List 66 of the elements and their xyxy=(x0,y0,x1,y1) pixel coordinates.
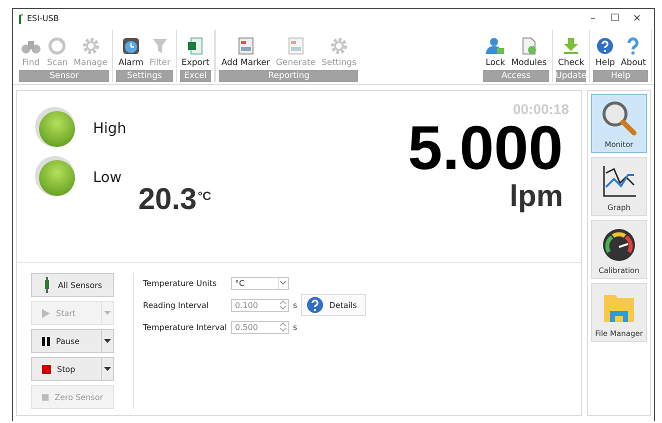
line-graph-icon xyxy=(601,165,637,199)
maximize-button[interactable]: ☐ xyxy=(604,13,626,24)
alarm-label: High xyxy=(93,121,126,137)
spinner-icon xyxy=(280,322,286,332)
units-dropdown[interactable]: °C xyxy=(231,276,289,290)
square-icon xyxy=(42,392,49,402)
stop-icon xyxy=(42,364,51,374)
group-label: Update xyxy=(556,70,586,82)
ribbon-button[interactable]: Export xyxy=(180,30,212,70)
pause-icon xyxy=(42,336,50,346)
search-icon xyxy=(601,100,637,136)
flow-unit: lpm xyxy=(510,181,563,213)
gauge-icon xyxy=(602,228,636,262)
ribbon-button[interactable]: Help xyxy=(593,30,617,70)
help-icon xyxy=(596,37,614,55)
dropdown-button[interactable] xyxy=(101,329,114,353)
setting-label: Temperature Units xyxy=(143,278,218,288)
group-label: Sensor xyxy=(19,70,110,82)
play-icon xyxy=(42,308,50,318)
close-button[interactable]: × xyxy=(626,13,648,24)
refresh-icon xyxy=(48,37,66,55)
funnel-icon xyxy=(152,37,168,55)
report-icon xyxy=(288,37,304,55)
probe-icon xyxy=(42,277,52,293)
group-label: Excel xyxy=(180,70,212,82)
ribbon-button[interactable]: Check xyxy=(556,30,586,70)
temperature-unit: °C xyxy=(198,189,212,203)
unit-label: s xyxy=(293,300,298,310)
report-icon xyxy=(238,37,254,55)
minimize-button[interactable]: – xyxy=(582,13,604,24)
ribbon-button[interactable]: About xyxy=(618,30,648,70)
user-icon xyxy=(485,37,506,55)
spreadsheet-icon xyxy=(187,37,204,55)
caret-icon xyxy=(280,281,286,285)
flow-reading: 5.000 xyxy=(408,117,563,181)
action-button[interactable]: Pause xyxy=(31,329,101,353)
spinner-icon xyxy=(280,300,286,310)
download-icon xyxy=(563,37,580,55)
setting-label: Reading Interval xyxy=(143,300,210,310)
gear-icon xyxy=(330,37,348,55)
caret-icon xyxy=(104,367,111,371)
gear-icon xyxy=(82,37,100,55)
caret-icon xyxy=(104,311,111,315)
unit-label: s xyxy=(293,322,298,332)
window-title: ESI-USB xyxy=(27,14,60,23)
temperature-value: 20.3 xyxy=(138,183,197,217)
action-button[interactable]: Stop xyxy=(31,357,101,381)
ribbon-button[interactable]: Modules xyxy=(509,30,549,70)
help-icon xyxy=(306,296,324,314)
group-label: Help xyxy=(593,70,648,82)
alarm-label: Low xyxy=(93,170,122,186)
group-label: Settings xyxy=(116,70,173,82)
alarm-clock-icon xyxy=(122,37,140,55)
setting-label: Temperature Interval xyxy=(143,322,227,332)
binoculars-icon xyxy=(21,39,41,55)
app-icon xyxy=(19,14,23,24)
ribbon-button[interactable]: Add Marker xyxy=(219,30,272,70)
question-mark-icon xyxy=(626,37,640,55)
ribbon-button[interactable]: Alarm xyxy=(116,30,146,70)
group-label: Reporting xyxy=(219,70,358,82)
group-label: Access xyxy=(483,70,549,82)
dropdown-button[interactable] xyxy=(101,357,114,381)
caret-icon xyxy=(104,339,111,343)
document-icon xyxy=(521,37,537,55)
ribbon-button[interactable]: Lock xyxy=(483,30,508,70)
action-button[interactable]: All Sensors xyxy=(31,273,114,297)
